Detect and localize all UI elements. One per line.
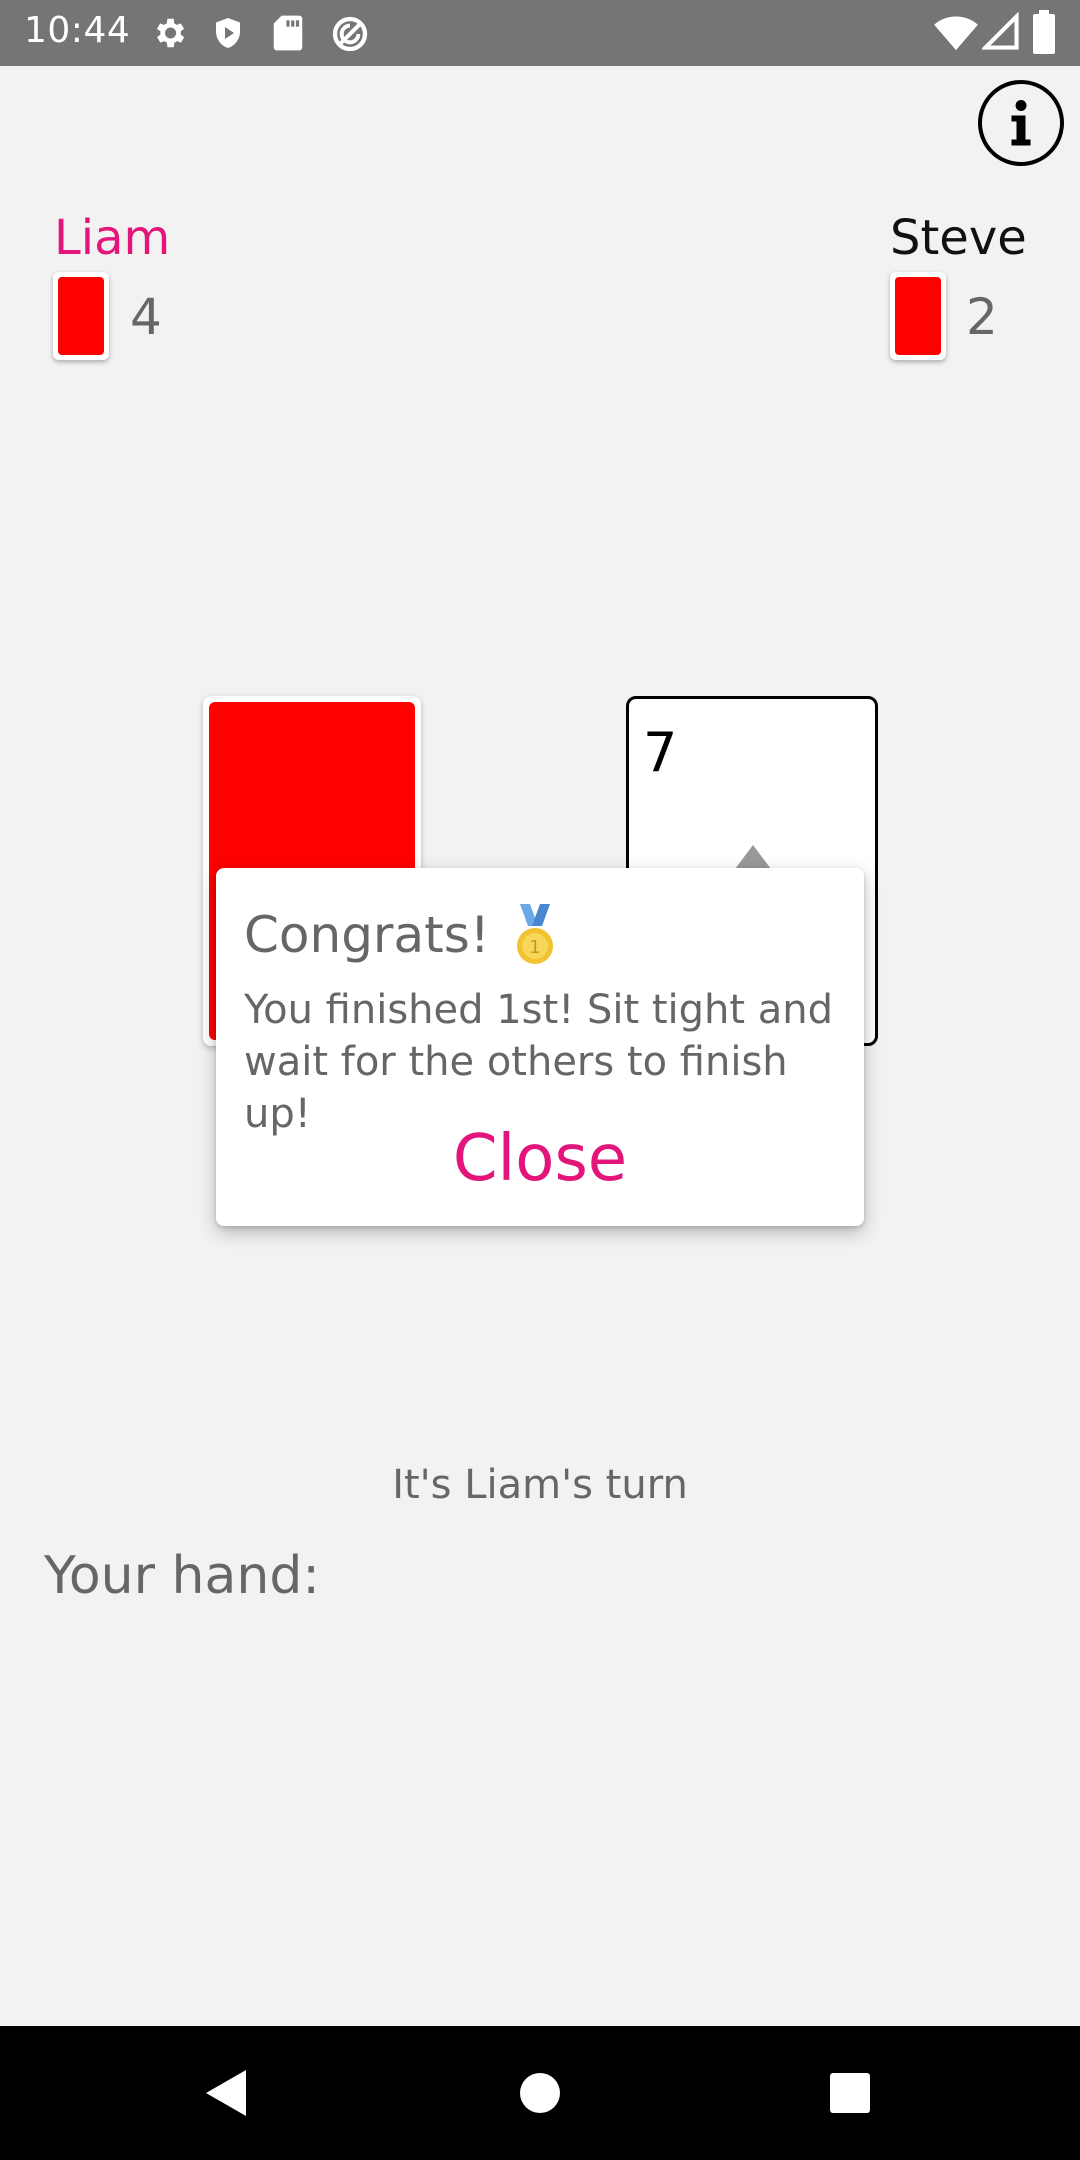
card-rank: 7 xyxy=(643,721,678,784)
game-screen: 10:44 Liam 4 Steve 2 7 Congrats! 1 You f… xyxy=(0,0,1080,2160)
dialog-message: You finished 1st! Sit tight and wait for… xyxy=(244,987,834,1137)
player-name: Steve xyxy=(890,210,1027,266)
home-icon xyxy=(520,2073,560,2113)
turn-indicator: It's Liam's turn xyxy=(392,1462,688,1508)
info-icon xyxy=(1011,100,1031,146)
player-card-count: 2 xyxy=(966,288,998,346)
close-button[interactable]: Close xyxy=(216,1122,864,1196)
shield-icon xyxy=(210,14,246,56)
player-card-back xyxy=(890,272,946,360)
first-place-medal-icon: 1 xyxy=(510,904,560,966)
congrats-dialog: Congrats! 1 You finished 1st! Sit tight … xyxy=(216,868,864,1226)
dialog-title-row: Congrats! 1 xyxy=(244,904,560,966)
player-card-back xyxy=(53,272,109,360)
player-card-count: 4 xyxy=(130,288,162,346)
svg-text:1: 1 xyxy=(529,937,540,958)
navigation-bar xyxy=(0,2026,1080,2160)
wifi-icon xyxy=(934,12,978,56)
dialog-title: Congrats! xyxy=(244,906,490,964)
player-liam: Liam xyxy=(54,214,170,262)
sd-card-icon xyxy=(272,14,304,56)
battery-icon xyxy=(1032,10,1056,58)
info-button[interactable] xyxy=(978,80,1064,166)
player-steve: Steve xyxy=(890,214,1027,262)
hand-label: Your hand: xyxy=(44,1546,320,1606)
recents-icon xyxy=(830,2073,870,2113)
player-name: Liam xyxy=(54,210,171,266)
no-sync-icon xyxy=(330,14,370,58)
status-time: 10:44 xyxy=(24,10,131,51)
status-bar: 10:44 xyxy=(0,0,1080,66)
gear-icon xyxy=(150,14,188,56)
recents-button[interactable] xyxy=(770,2026,930,2160)
back-button[interactable] xyxy=(146,2026,306,2160)
signal-icon xyxy=(980,11,1020,56)
back-icon xyxy=(206,2070,246,2116)
home-button[interactable] xyxy=(460,2026,620,2160)
